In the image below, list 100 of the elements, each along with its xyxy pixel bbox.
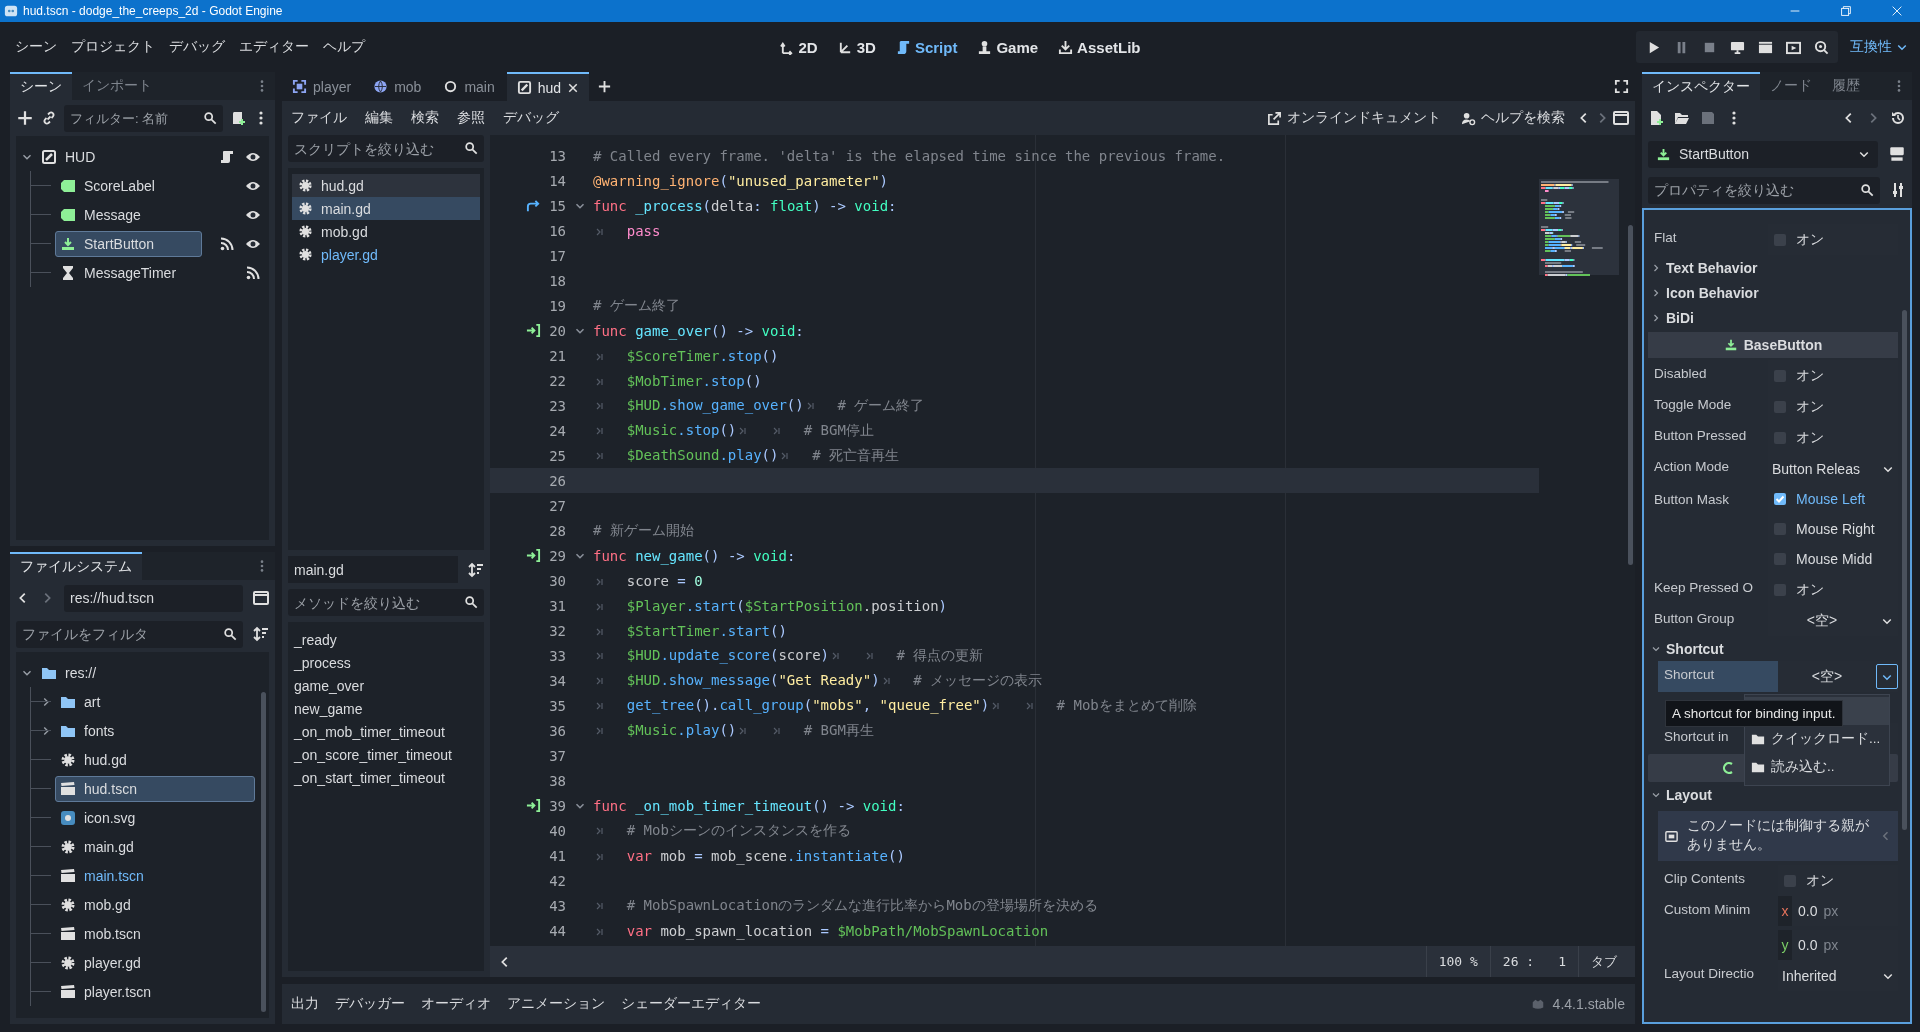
- panel-tab[interactable]: インポート: [72, 72, 162, 100]
- workspace-tab[interactable]: Script: [887, 34, 966, 60]
- script-item[interactable]: mob.gd: [292, 220, 480, 243]
- filter-field[interactable]: プロパティを絞り込む: [1648, 176, 1880, 204]
- tree-item[interactable]: mob.tscn: [55, 920, 255, 947]
- zoom-level[interactable]: 100 %: [1425, 946, 1490, 977]
- panel-tab[interactable]: デバッガー: [328, 991, 412, 1017]
- line-number: 44: [548, 922, 566, 939]
- property-label: Disabled: [1654, 366, 1707, 381]
- panel-tab[interactable]: ノード: [1760, 72, 1822, 100]
- tree-item[interactable]: ScoreLabel: [55, 172, 205, 199]
- workspace-tab[interactable]: 3D: [829, 34, 884, 60]
- line-number: 19: [548, 297, 566, 314]
- method-item[interactable]: _on_score_timer_timeout: [294, 743, 478, 766]
- script-item[interactable]: player.gd: [292, 243, 480, 266]
- line-number: 42: [548, 872, 566, 889]
- menu-item[interactable]: シーン: [8, 34, 64, 60]
- line-number: 39: [548, 797, 566, 814]
- script-item[interactable]: main.gd: [292, 197, 480, 220]
- scene-tab[interactable]: mob: [363, 72, 432, 101]
- tree-item[interactable]: main.tscn: [55, 862, 255, 889]
- menu-item[interactable]: クイックロード...: [1745, 725, 1889, 753]
- code-line: score = 0: [593, 572, 703, 589]
- script-item[interactable]: hud.gd: [292, 174, 480, 197]
- tree-item[interactable]: Message: [55, 201, 202, 228]
- line-number: 20: [548, 322, 566, 339]
- property-label: Toggle Mode: [1654, 397, 1732, 412]
- scene-tab[interactable]: player: [282, 72, 362, 101]
- tree-item[interactable]: res://: [36, 659, 255, 686]
- workspace-tab[interactable]: Game: [969, 34, 1047, 60]
- panel-tab[interactable]: ファイルシステム: [10, 552, 142, 580]
- property-label: Shortcut in: [1664, 729, 1729, 744]
- link-button[interactable]: オンラインドキュメント: [1259, 105, 1449, 131]
- tree-item[interactable]: player.tscn: [55, 978, 255, 1005]
- scene-tab[interactable]: hud: [506, 72, 590, 101]
- code-line: $Music.play() # BGM再生: [593, 721, 874, 740]
- property-label: Button Pressed: [1654, 428, 1747, 443]
- tree-item[interactable]: StartButton: [55, 230, 202, 257]
- checkbox-label: Mouse Right: [1796, 521, 1875, 537]
- method-item[interactable]: _ready: [294, 628, 478, 651]
- panel-tab[interactable]: シェーダーエディター: [614, 991, 768, 1017]
- panel-tab[interactable]: 履歴: [1822, 72, 1870, 100]
- filter-field[interactable]: フィルター: 名前: [64, 104, 223, 132]
- indent-mode[interactable]: タブ: [1578, 946, 1629, 977]
- method-item[interactable]: _on_start_timer_timeout: [294, 766, 478, 789]
- filter-field[interactable]: メソッドを絞り込む: [288, 589, 484, 616]
- menu-item[interactable]: プロジェクト: [64, 34, 162, 60]
- code-line: # MobSpawnLocationのランダムな進行比率からMobの登場場所を決める: [593, 896, 1098, 915]
- tree-item[interactable]: hud.gd: [55, 746, 255, 773]
- code-line: pass: [593, 222, 661, 239]
- link-button[interactable]: ヘルプを検索: [1453, 105, 1573, 131]
- method-item[interactable]: game_over: [294, 674, 478, 697]
- tree-item[interactable]: mob.gd: [55, 891, 255, 918]
- menu-item[interactable]: 参照: [450, 105, 492, 131]
- code-line: func _process(delta: float) -> void:: [593, 197, 897, 214]
- resource-picker[interactable]: <空>: [1778, 661, 1876, 692]
- path-field[interactable]: res://hud.tscn: [64, 584, 243, 612]
- panel-tab[interactable]: インスペクター: [1642, 72, 1760, 100]
- tree-item[interactable]: main.gd: [55, 833, 255, 860]
- checkbox-label: オン: [1796, 230, 1824, 249]
- menu-item[interactable]: ヘルプ: [316, 34, 372, 60]
- filter-field[interactable]: スクリプトを絞り込む: [288, 135, 484, 162]
- method-item[interactable]: _process: [294, 651, 478, 674]
- filter-field[interactable]: ファイルをフィルタ: [16, 620, 243, 648]
- code-line: var mob = mob_scene.instantiate(): [593, 847, 905, 864]
- code-line: get_tree().call_group("mobs", "queue_free") # Mobをまとめて削除: [593, 696, 1197, 715]
- tree-item[interactable]: MessageTimer: [55, 259, 202, 286]
- workspace-tab[interactable]: AssetLib: [1050, 34, 1149, 60]
- code-line: var mob_spawn_location = $MobPath/MobSpawnLocation: [593, 922, 1049, 939]
- property-label: Keep Pressed O: [1654, 580, 1754, 595]
- method-item[interactable]: new_game: [294, 697, 478, 720]
- panel-tab[interactable]: アニメーション: [500, 991, 612, 1017]
- tree-item[interactable]: art: [55, 688, 255, 715]
- panel-tab[interactable]: オーディオ: [414, 991, 498, 1017]
- tree-item[interactable]: icon.svg: [55, 804, 255, 831]
- panel-tab[interactable]: シーン: [10, 72, 72, 100]
- resource-picker[interactable]: <空>: [1768, 605, 1876, 636]
- method-item[interactable]: _on_mob_timer_timeout: [294, 720, 478, 743]
- menu-item[interactable]: 検索: [404, 105, 446, 131]
- line-number: 30: [548, 572, 566, 589]
- menu-item[interactable]: 編集: [358, 105, 400, 131]
- menu-item[interactable]: ファイル: [284, 105, 354, 131]
- menu-item[interactable]: 読み込む..: [1745, 753, 1889, 781]
- workspace-tab[interactable]: 2D: [771, 34, 826, 60]
- panel-tab[interactable]: 出力: [284, 991, 326, 1017]
- menu-item[interactable]: デバッグ: [162, 34, 232, 60]
- object-selector[interactable]: StartButton: [1648, 140, 1878, 168]
- menu-item[interactable]: エディター: [232, 34, 316, 60]
- line-number: 43: [548, 897, 566, 914]
- tree-item[interactable]: hud.tscn: [55, 775, 255, 802]
- tree-item[interactable]: fonts: [55, 717, 255, 744]
- menu-item[interactable]: デバッグ: [496, 105, 566, 131]
- line-number: 25: [548, 447, 566, 464]
- tree-item[interactable]: HUD: [36, 143, 186, 170]
- tree-item[interactable]: player.gd: [55, 949, 255, 976]
- renderer-dropdown[interactable]: 互換性: [1846, 34, 1912, 60]
- line-number: 14: [548, 172, 566, 189]
- code-line: $HUD.show_game_over() # ゲーム終了: [593, 396, 925, 415]
- line-number: 28: [548, 522, 566, 539]
- scene-tab[interactable]: main: [433, 72, 505, 101]
